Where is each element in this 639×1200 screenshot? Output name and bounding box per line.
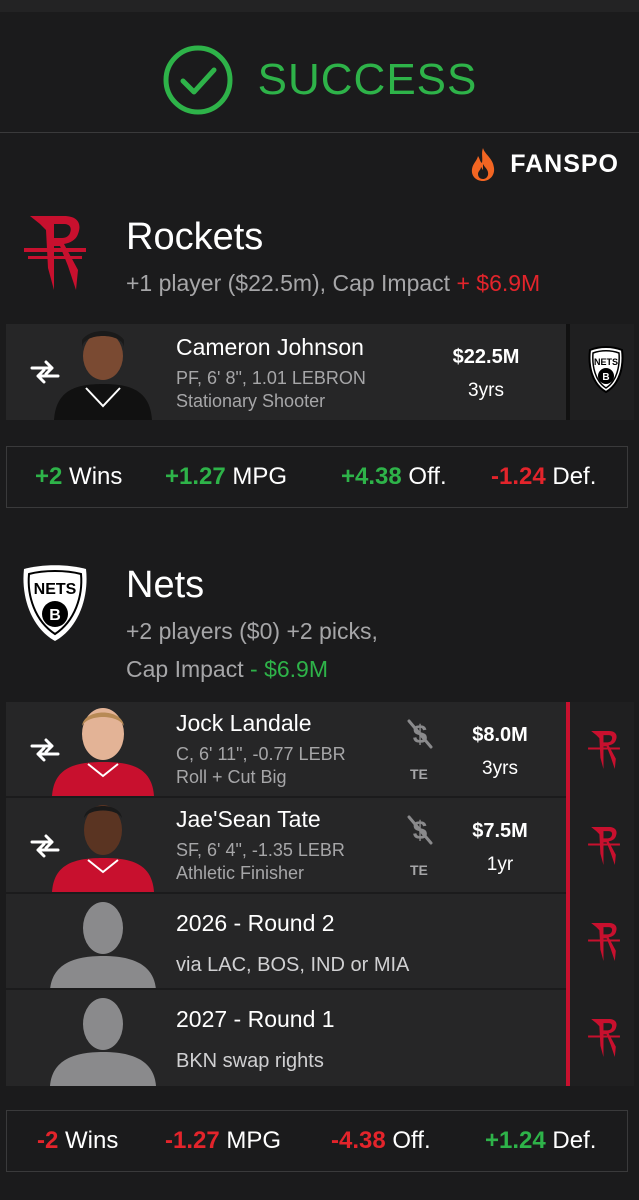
origin-team-badge[interactable]: NETS B <box>566 324 634 420</box>
player-row[interactable]: Cameron Johnson PF, 6' 8", 1.01 LEBRON S… <box>6 324 634 420</box>
contract-years: 3yrs <box>482 758 518 779</box>
player-info: PF, 6' 8", 1.01 LEBRON <box>176 368 366 388</box>
svg-text:B: B <box>602 372 609 383</box>
silhouette-icon <box>50 998 156 1086</box>
cap-sign: + <box>456 270 470 296</box>
team-summary-line1: +2 players ($0) +2 picks, <box>126 618 378 644</box>
pick-detail: via LAC, BOS, IND or MIA <box>176 954 410 976</box>
nets-logo: NETS B <box>23 565 87 641</box>
stat-off: +4.38 Off. <box>341 463 447 490</box>
team-name: Rockets <box>126 216 264 258</box>
player-salary: $7.5M <box>472 820 528 842</box>
flame-icon <box>472 148 495 181</box>
divider <box>0 132 639 133</box>
player-photo <box>54 331 152 420</box>
player-row[interactable]: Jock Landale C, 6' 11", -0.77 LEBR Roll … <box>6 702 634 796</box>
rockets-logo <box>588 731 620 770</box>
incoming-list: Jock Landale C, 6' 11", -0.77 LEBR Roll … <box>6 702 634 1086</box>
cap-sign: - <box>250 656 258 682</box>
stat-def: +1.24 Def. <box>485 1127 597 1154</box>
rockets-logo <box>24 216 86 290</box>
status-strip <box>0 0 639 12</box>
success-label: SUCCESS <box>257 55 478 104</box>
stat-def: -1.24 Def. <box>491 463 597 490</box>
cap-value: $6.9M <box>264 656 328 682</box>
player-photo <box>52 805 154 892</box>
te-label: TE <box>410 766 428 782</box>
player-info: SF, 6' 4", -1.35 LEBR <box>176 840 345 860</box>
pick-row[interactable]: 2027 - Round 1 BKN swap rights <box>6 990 634 1086</box>
pick-detail: BKN swap rights <box>176 1050 324 1072</box>
rockets-logo <box>588 827 620 866</box>
stat-off: -4.38 Off. <box>331 1127 431 1154</box>
player-role: Stationary Shooter <box>176 391 326 411</box>
nets-logo: NETS B <box>588 346 624 394</box>
contract-years: 3yrs <box>468 380 504 401</box>
impact-stats: +2 Wins +1.27 MPG +4.38 Off. -1.24 Def. <box>6 446 628 508</box>
stat-wins: +2 Wins <box>35 463 123 490</box>
player-role: Athletic Finisher <box>176 863 305 883</box>
player-info: C, 6' 11", -0.77 LEBR <box>176 744 346 764</box>
player-name: Jae'Sean Tate <box>176 806 321 832</box>
success-banner: SUCCESS <box>0 40 639 120</box>
fanspo-label: FANSPO <box>510 149 619 178</box>
pick-row[interactable]: 2026 - Round 2 via LAC, BOS, IND or MIA <box>6 894 634 990</box>
svg-text:NETS: NETS <box>34 581 77 598</box>
no-dollar-icon: $ <box>407 815 433 845</box>
pick-title: 2027 - Round 1 <box>176 1006 335 1032</box>
svg-text:NETS: NETS <box>594 357 618 367</box>
cap-value: $6.9M <box>476 270 541 296</box>
stat-mpg: -1.27 MPG <box>165 1127 282 1154</box>
player-salary: $22.5M <box>452 346 520 368</box>
team-summary-line2: Cap Impact - $6.9M <box>126 656 328 682</box>
player-role: Roll + Cut Big <box>176 767 287 787</box>
contract-years: 1yr <box>486 854 514 875</box>
team-summary: +1 player ($22.5m), Cap Impact + $6.9M <box>126 270 541 296</box>
svg-text:B: B <box>49 607 61 624</box>
player-salary: $8.0M <box>472 724 528 746</box>
fanspo-brand[interactable]: FANSPO <box>466 146 619 182</box>
check-circle-icon <box>163 45 233 115</box>
player-photo <box>52 708 154 796</box>
stat-wins: -2 Wins <box>37 1127 119 1154</box>
silhouette-icon <box>50 902 156 990</box>
te-label: TE <box>410 862 428 878</box>
player-row[interactable]: Jae'Sean Tate SF, 6' 4", -1.35 LEBR Athl… <box>6 798 634 892</box>
stat-mpg: +1.27 MPG <box>165 463 288 490</box>
pick-title: 2026 - Round 2 <box>176 910 335 936</box>
no-dollar-icon: $ <box>407 719 433 749</box>
team-name: Nets <box>126 564 205 606</box>
rockets-logo <box>588 923 620 962</box>
origin-team-badge[interactable] <box>566 702 634 1086</box>
player-name: Jock Landale <box>176 710 312 736</box>
rockets-logo <box>588 1019 620 1058</box>
player-name: Cameron Johnson <box>176 334 364 360</box>
impact-stats: -2 Wins -1.27 MPG -4.38 Off. +1.24 Def. <box>6 1110 628 1172</box>
